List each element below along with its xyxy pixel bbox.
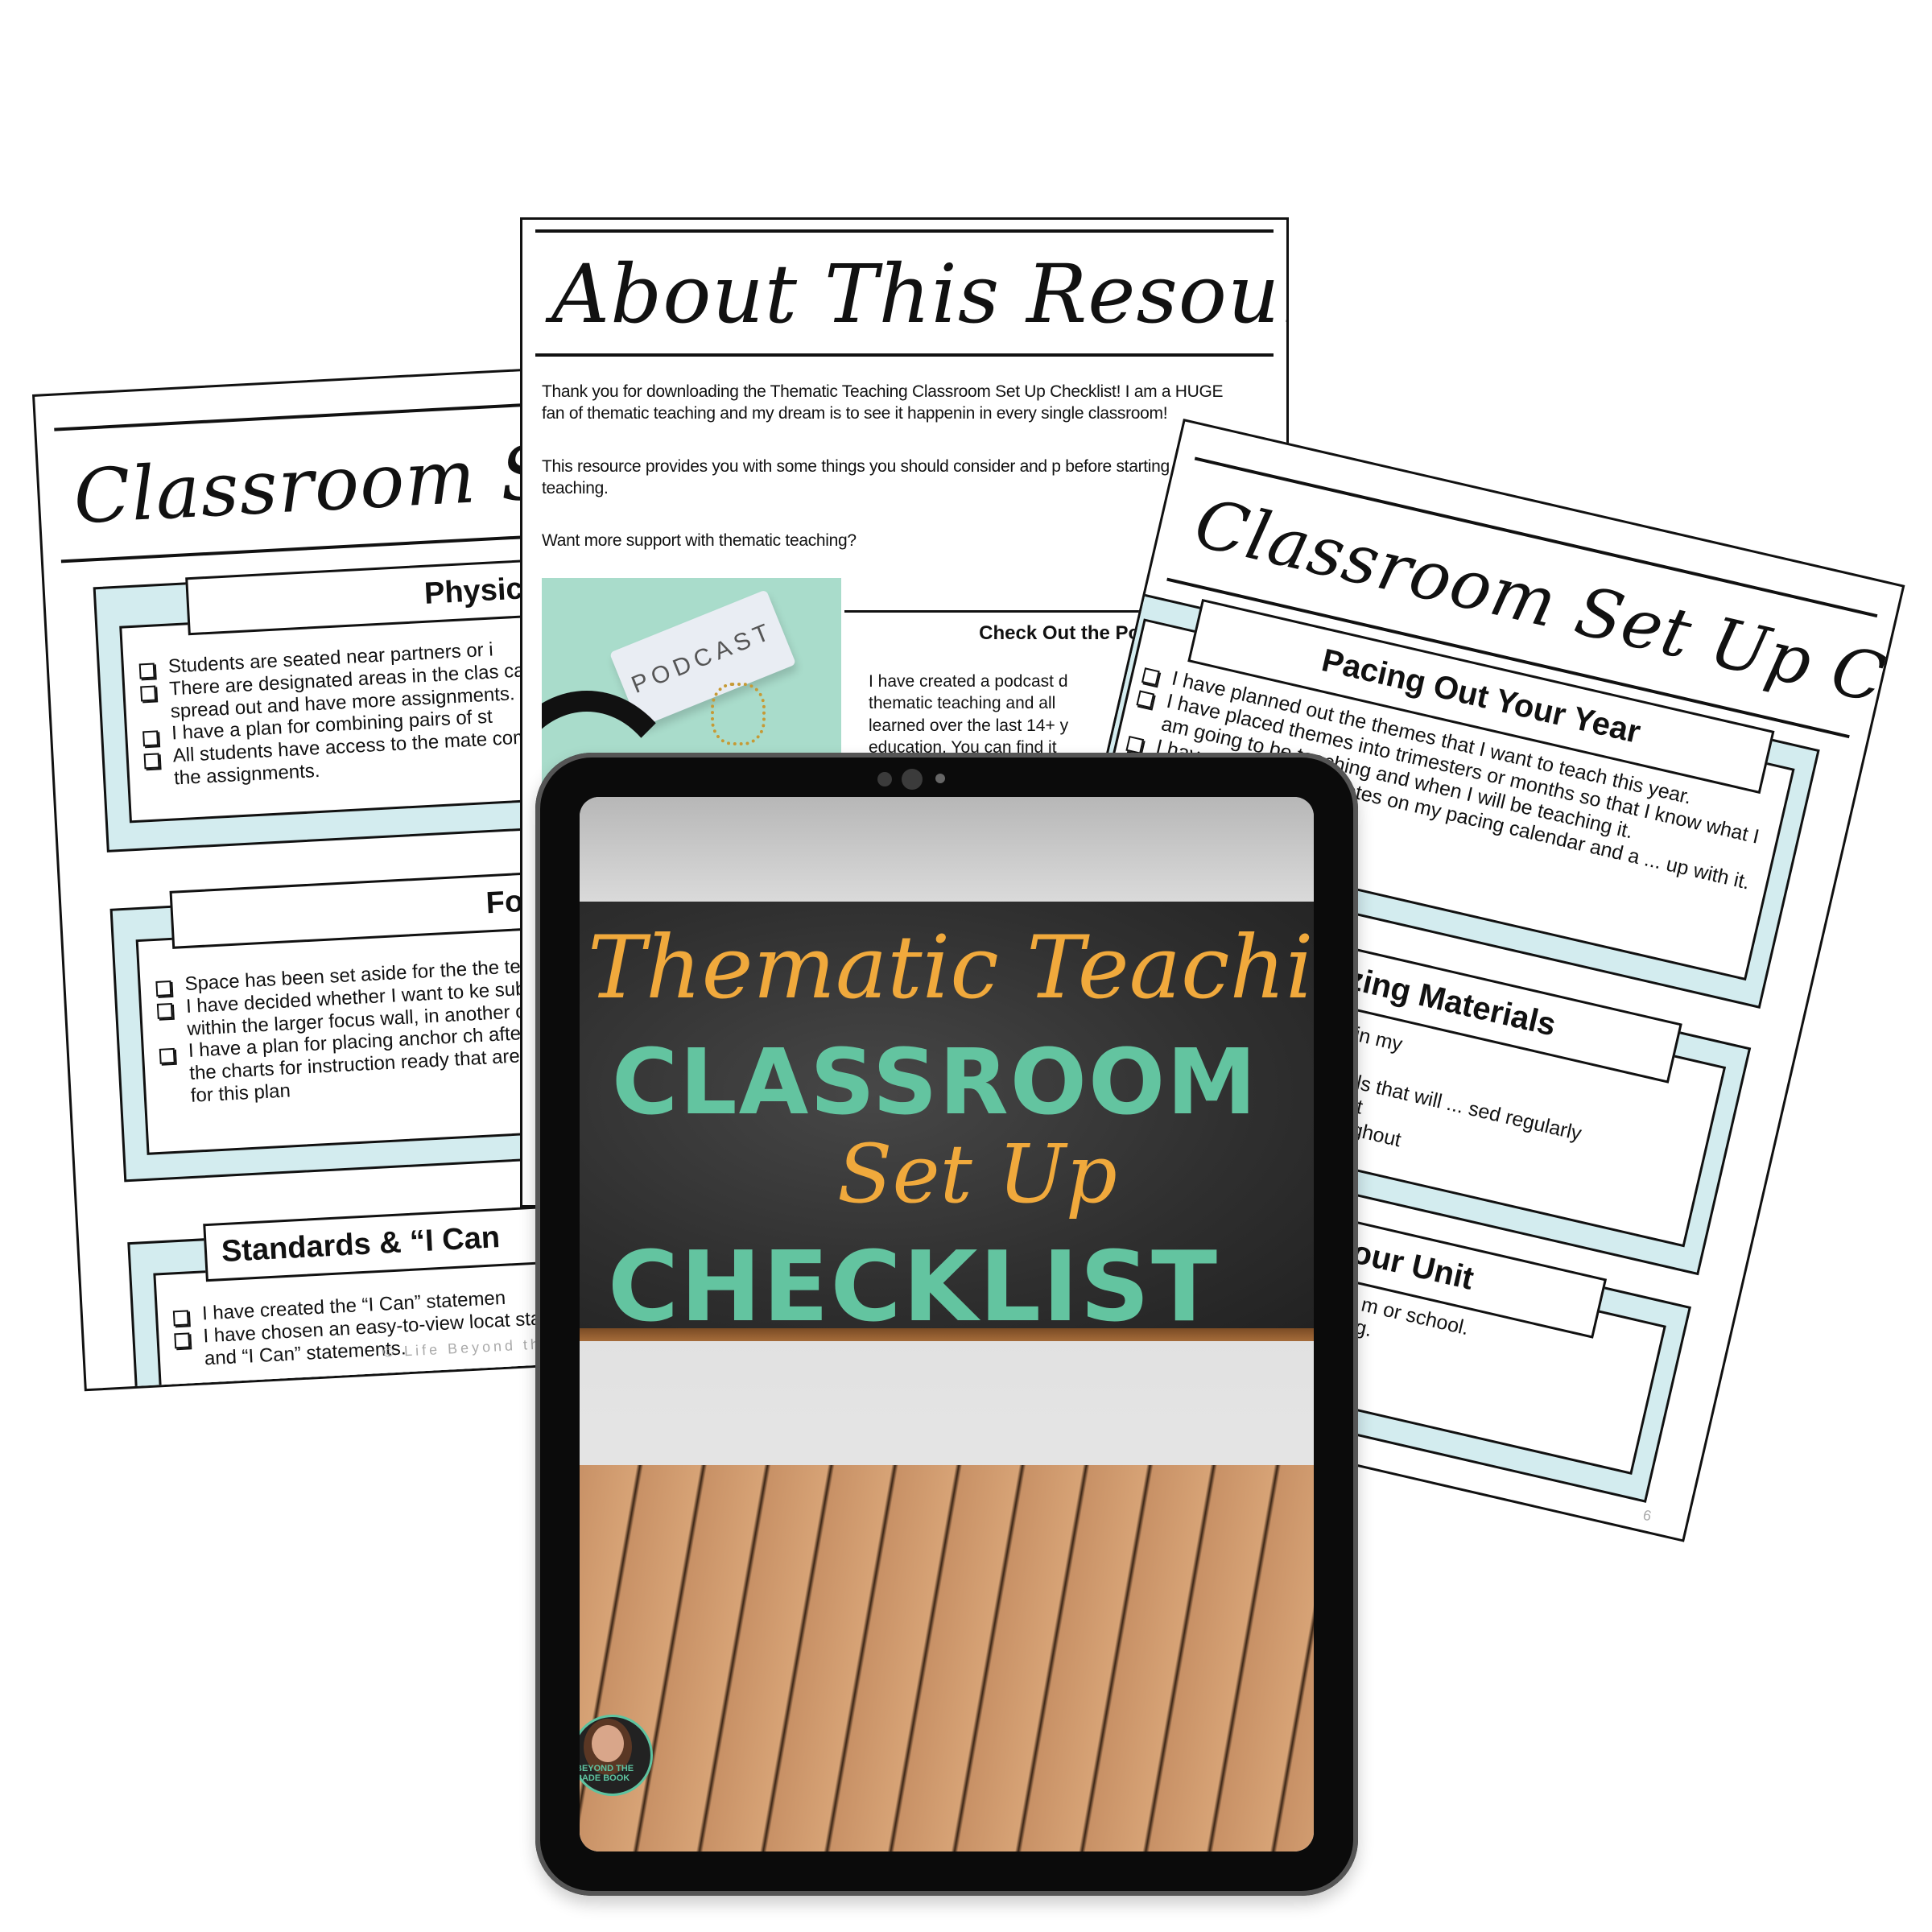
page-title: About This Resource <box>551 247 1286 341</box>
checkbox-icon[interactable] <box>140 685 157 702</box>
intro-paragraph: Thank you for downloading the Thematic T… <box>542 382 1224 423</box>
checkbox-icon[interactable] <box>159 1047 175 1064</box>
checkbox-icon[interactable] <box>156 1003 173 1020</box>
cover-title-checklist: CHECKLIST <box>608 1232 1219 1344</box>
support-paragraph: Want more support with thematic teaching… <box>542 531 857 551</box>
purpose-paragraph: This resource provides you with some thi… <box>542 456 1236 497</box>
tablet-screen[interactable]: Thematic Teaching CLASSROOM Set Up CHECK… <box>580 797 1314 1852</box>
checkbox-icon[interactable] <box>142 730 159 747</box>
about-body: Thank you for downloading the Thematic T… <box>542 381 1250 582</box>
wall <box>580 797 1314 902</box>
camera-icon <box>902 769 923 790</box>
ribbon-decoration <box>711 683 766 745</box>
cover-title-script: Thematic Teaching <box>588 918 1314 1018</box>
checkbox-icon[interactable] <box>172 1310 189 1327</box>
sensor-icon <box>877 772 892 786</box>
page-title-band: Classroom Set Up <box>54 402 615 564</box>
checkbox-icon[interactable] <box>138 663 155 679</box>
cover-title-setup: Set Up <box>837 1127 1117 1221</box>
tablet-device: Thematic Teaching CLASSROOM Set Up CHECK… <box>535 753 1358 1896</box>
light-sensor-icon <box>935 774 945 783</box>
checkbox-icon[interactable] <box>1141 667 1160 686</box>
checkbox-icon[interactable] <box>155 980 172 997</box>
page-title-band: About This Resource <box>535 229 1286 357</box>
checkbox-icon[interactable] <box>1125 735 1145 754</box>
checkbox-icon[interactable] <box>174 1332 191 1349</box>
cover-title-classroom: CLASSROOM <box>612 1030 1258 1135</box>
checkbox-icon[interactable] <box>1136 690 1155 708</box>
checkbox-icon[interactable] <box>143 753 160 770</box>
wood-floor <box>580 1465 1314 1852</box>
page-number: 6 <box>1641 1506 1653 1525</box>
